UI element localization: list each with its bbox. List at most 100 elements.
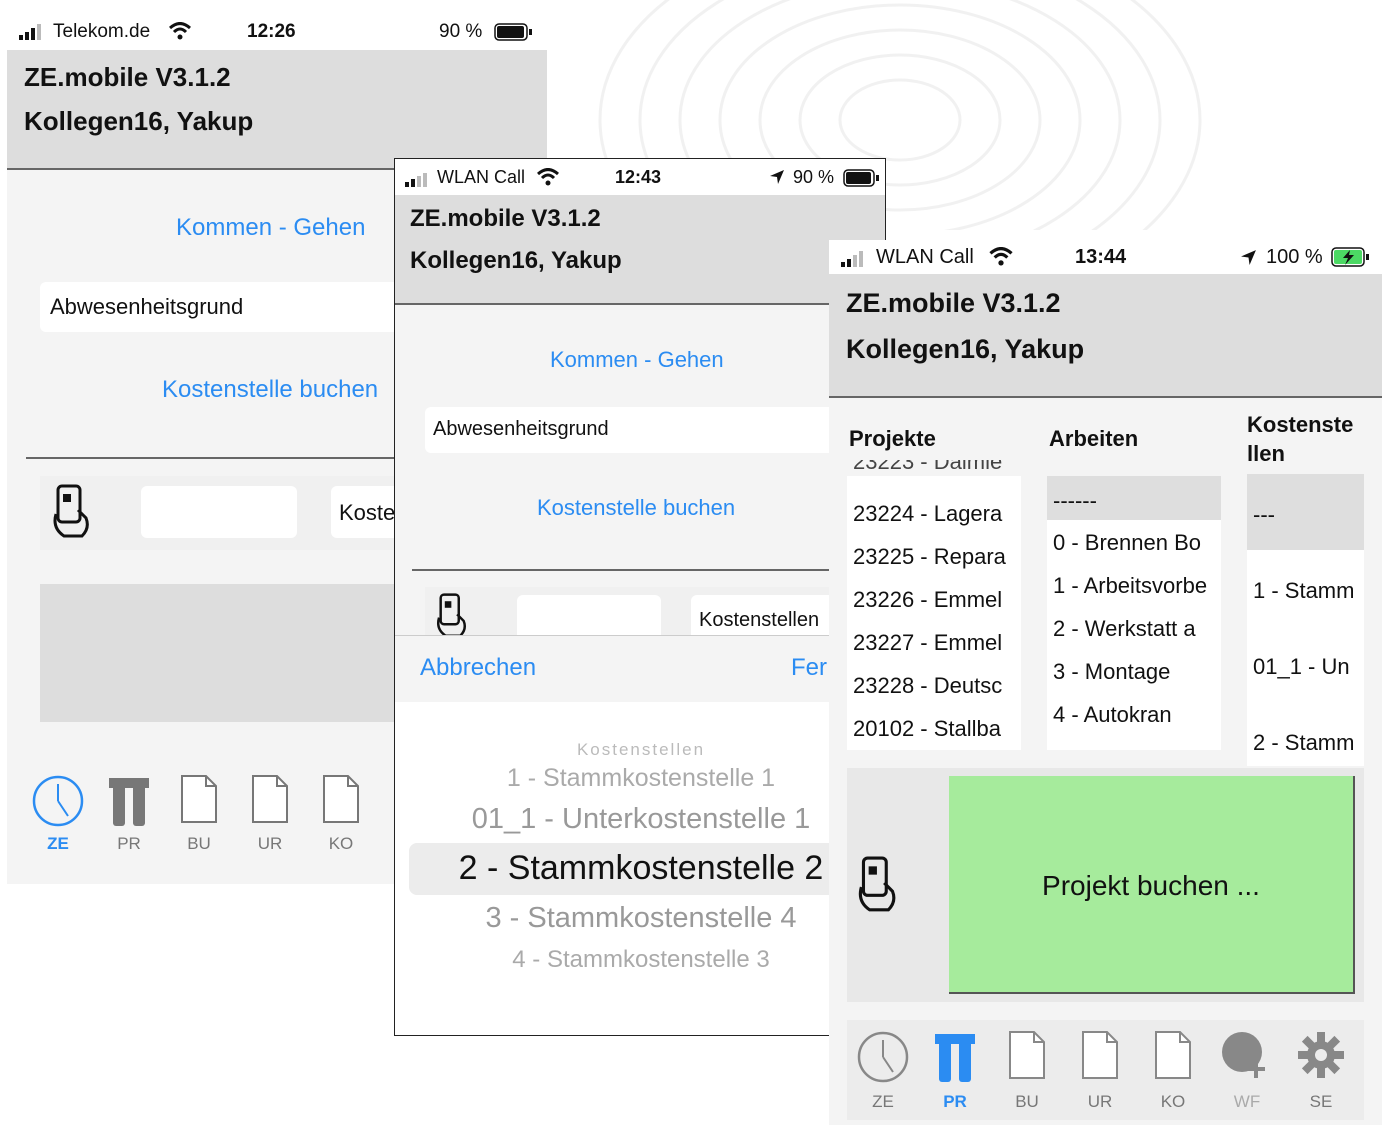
list-item[interactable]: 1 - Stamm: [1253, 578, 1354, 604]
code-input[interactable]: [141, 486, 297, 538]
wifi-icon: [168, 22, 192, 46]
status-bar: Telekom.de 12:26 90 %: [7, 14, 547, 50]
battery-percent: 90 %: [439, 21, 483, 42]
tab-pr[interactable]: PR: [102, 774, 156, 854]
app-header: ZE.mobile V3.1.2 Kollegen16, Yakup: [395, 195, 885, 305]
tab-pr[interactable]: PR: [931, 1030, 979, 1112]
signal-icon: [19, 24, 43, 46]
carrier-label: WLAN Call: [437, 167, 526, 187]
app-title: ZE.mobile V3.1.2: [24, 62, 231, 92]
tab-label: BU: [1015, 1092, 1039, 1111]
tab-se[interactable]: SE: [1293, 1030, 1349, 1112]
tab-label: KO: [328, 834, 354, 853]
kostenstellen-column[interactable]: Kostenste llen --- 1 - Stamm 01_1 - Un 2…: [1247, 404, 1364, 766]
phone-hand-icon[interactable]: [857, 856, 901, 919]
battery-percent: 90 %: [793, 167, 835, 187]
picker-option-selected[interactable]: 2 - Stammkostenstelle 2: [395, 849, 885, 888]
done-button[interactable]: Fer: [791, 654, 827, 682]
globe-plus-icon: [1219, 1030, 1275, 1080]
tab-ur[interactable]: UR: [248, 774, 292, 854]
list-item[interactable]: 4 - Autokran: [1053, 702, 1172, 728]
abwesenheitsgrund-field[interactable]: Abwesenheitsgrund: [425, 407, 885, 453]
document-icon: [1005, 1030, 1049, 1080]
tab-label: PR: [117, 834, 141, 853]
list-item[interactable]: 01_1 - Un: [1253, 654, 1350, 680]
kostenstelle-buchen-button[interactable]: Kostenstelle buchen: [162, 376, 378, 404]
tab-bar: ZE PR BU UR KO WF SE: [847, 1020, 1364, 1120]
user-name: Kollegen16, Yakup: [846, 334, 1085, 364]
arbeiten-column[interactable]: Arbeiten ------ 0 - Brennen Bo 1 - Arbei…: [1047, 404, 1221, 750]
list-item[interactable]: 0 - Brennen Bo: [1053, 530, 1201, 556]
list-item[interactable]: 1 - Arbeitsvorbe: [1053, 573, 1207, 599]
document-icon: [177, 774, 221, 824]
phone-screen-2: WLAN Call 12:43 90 % ZE.mobile V3.1.2 Ko…: [394, 158, 886, 1036]
tab-label: PR: [943, 1092, 967, 1111]
column-header: Kostenste llen: [1247, 404, 1364, 474]
list-item[interactable]: 20102 - Stallba: [853, 716, 1001, 742]
status-time: 12:26: [247, 21, 296, 42]
tab-bu[interactable]: BU: [1005, 1030, 1049, 1112]
document-icon: [1151, 1030, 1195, 1080]
location-arrow-icon: [769, 169, 785, 190]
list-item[interactable]: 3 - Montage: [1053, 659, 1170, 685]
tab-ko[interactable]: KO: [1151, 1030, 1195, 1112]
battery-percent: 100 %: [1266, 246, 1323, 268]
phone-screen-3: WLAN Call 13:44 100 % ZE.mobile V3.1.2 K…: [829, 240, 1382, 1125]
tab-label: ZE: [47, 834, 69, 853]
tools-icon: [931, 1030, 979, 1084]
battery-icon: [494, 23, 534, 47]
picker-sheet: Abbrechen Fer Kostenstellen 1 - Stammkos…: [395, 635, 885, 1035]
phone-hand-icon[interactable]: [52, 484, 94, 545]
tab-label: ZE: [872, 1092, 894, 1111]
tab-label: SE: [1309, 1092, 1333, 1111]
app-title: ZE.mobile V3.1.2: [846, 288, 1061, 318]
kommen-gehen-button[interactable]: Kommen - Gehen: [176, 214, 365, 242]
document-icon: [248, 774, 292, 824]
list-item[interactable]: 23228 - Deutsc: [853, 673, 1002, 699]
list-item[interactable]: 23226 - Emmel: [853, 587, 1002, 613]
tools-icon: [102, 774, 156, 828]
picker-wheel[interactable]: Kostenstellen 1 - Stammkostenstelle 1 01…: [395, 702, 885, 1035]
clock-icon: [855, 1030, 911, 1084]
picker-option[interactable]: 3 - Stammkostenstelle 4: [395, 902, 885, 935]
status-time: 13:44: [1075, 246, 1127, 268]
projekte-column[interactable]: Projekte 23223 - Daimle 23224 - Lagera 2…: [847, 404, 1021, 750]
tab-bu[interactable]: BU: [177, 774, 221, 854]
list-item-selected[interactable]: ------: [1053, 488, 1097, 514]
carrier-label: Telekom.de: [53, 21, 151, 42]
tab-ur[interactable]: UR: [1078, 1030, 1122, 1112]
wifi-icon: [989, 247, 1013, 272]
list-item-partial[interactable]: 23223 - Daimle: [853, 460, 1002, 474]
list-item[interactable]: 23227 - Emmel: [853, 630, 1002, 656]
list-item[interactable]: 23224 - Lagera: [853, 501, 1002, 527]
projekt-buchen-button[interactable]: Projekt buchen ...: [949, 776, 1355, 994]
tab-ko[interactable]: KO: [319, 774, 363, 854]
cancel-button[interactable]: Abbrechen: [420, 654, 536, 682]
list-item[interactable]: 2 - Stamm: [1253, 730, 1354, 756]
tab-ze[interactable]: ZE: [27, 774, 89, 854]
app-header: ZE.mobile V3.1.2 Kollegen16, Yakup: [829, 274, 1382, 398]
picker-option[interactable]: 01_1 - Unterkostenstelle 1: [395, 803, 885, 836]
picker-option[interactable]: 4 - Stammkostenstelle 3: [395, 946, 885, 974]
tab-wf[interactable]: WF: [1219, 1030, 1275, 1112]
battery-charging-icon: [1331, 247, 1371, 273]
tab-label: UR: [1087, 1092, 1113, 1111]
tab-ze[interactable]: ZE: [855, 1030, 911, 1112]
list-item[interactable]: 2 - Werkstatt a: [1053, 616, 1196, 642]
list-item-selected[interactable]: ---: [1253, 502, 1275, 528]
list-item[interactable]: 23225 - Repara: [853, 544, 1006, 570]
divider: [412, 569, 885, 571]
picker-option[interactable]: 1 - Stammkostenstelle 1: [395, 764, 885, 793]
status-bar: WLAN Call 13:44 100 %: [829, 240, 1382, 274]
clock-icon: [27, 774, 89, 828]
picker-toolbar: Abbrechen Fer: [395, 636, 885, 702]
status-bar: WLAN Call 12:43 90 %: [395, 159, 885, 195]
kommen-gehen-button[interactable]: Kommen - Gehen: [550, 347, 724, 373]
signal-icon: [841, 250, 865, 273]
kostenstelle-buchen-button[interactable]: Kostenstelle buchen: [537, 495, 735, 521]
picker-title: Kostenstellen: [576, 740, 706, 759]
user-name: Kollegen16, Yakup: [410, 247, 622, 274]
tab-label: BU: [187, 834, 211, 853]
app-header: ZE.mobile V3.1.2 Kollegen16, Yakup: [7, 50, 547, 170]
tab-label: UR: [257, 834, 283, 853]
